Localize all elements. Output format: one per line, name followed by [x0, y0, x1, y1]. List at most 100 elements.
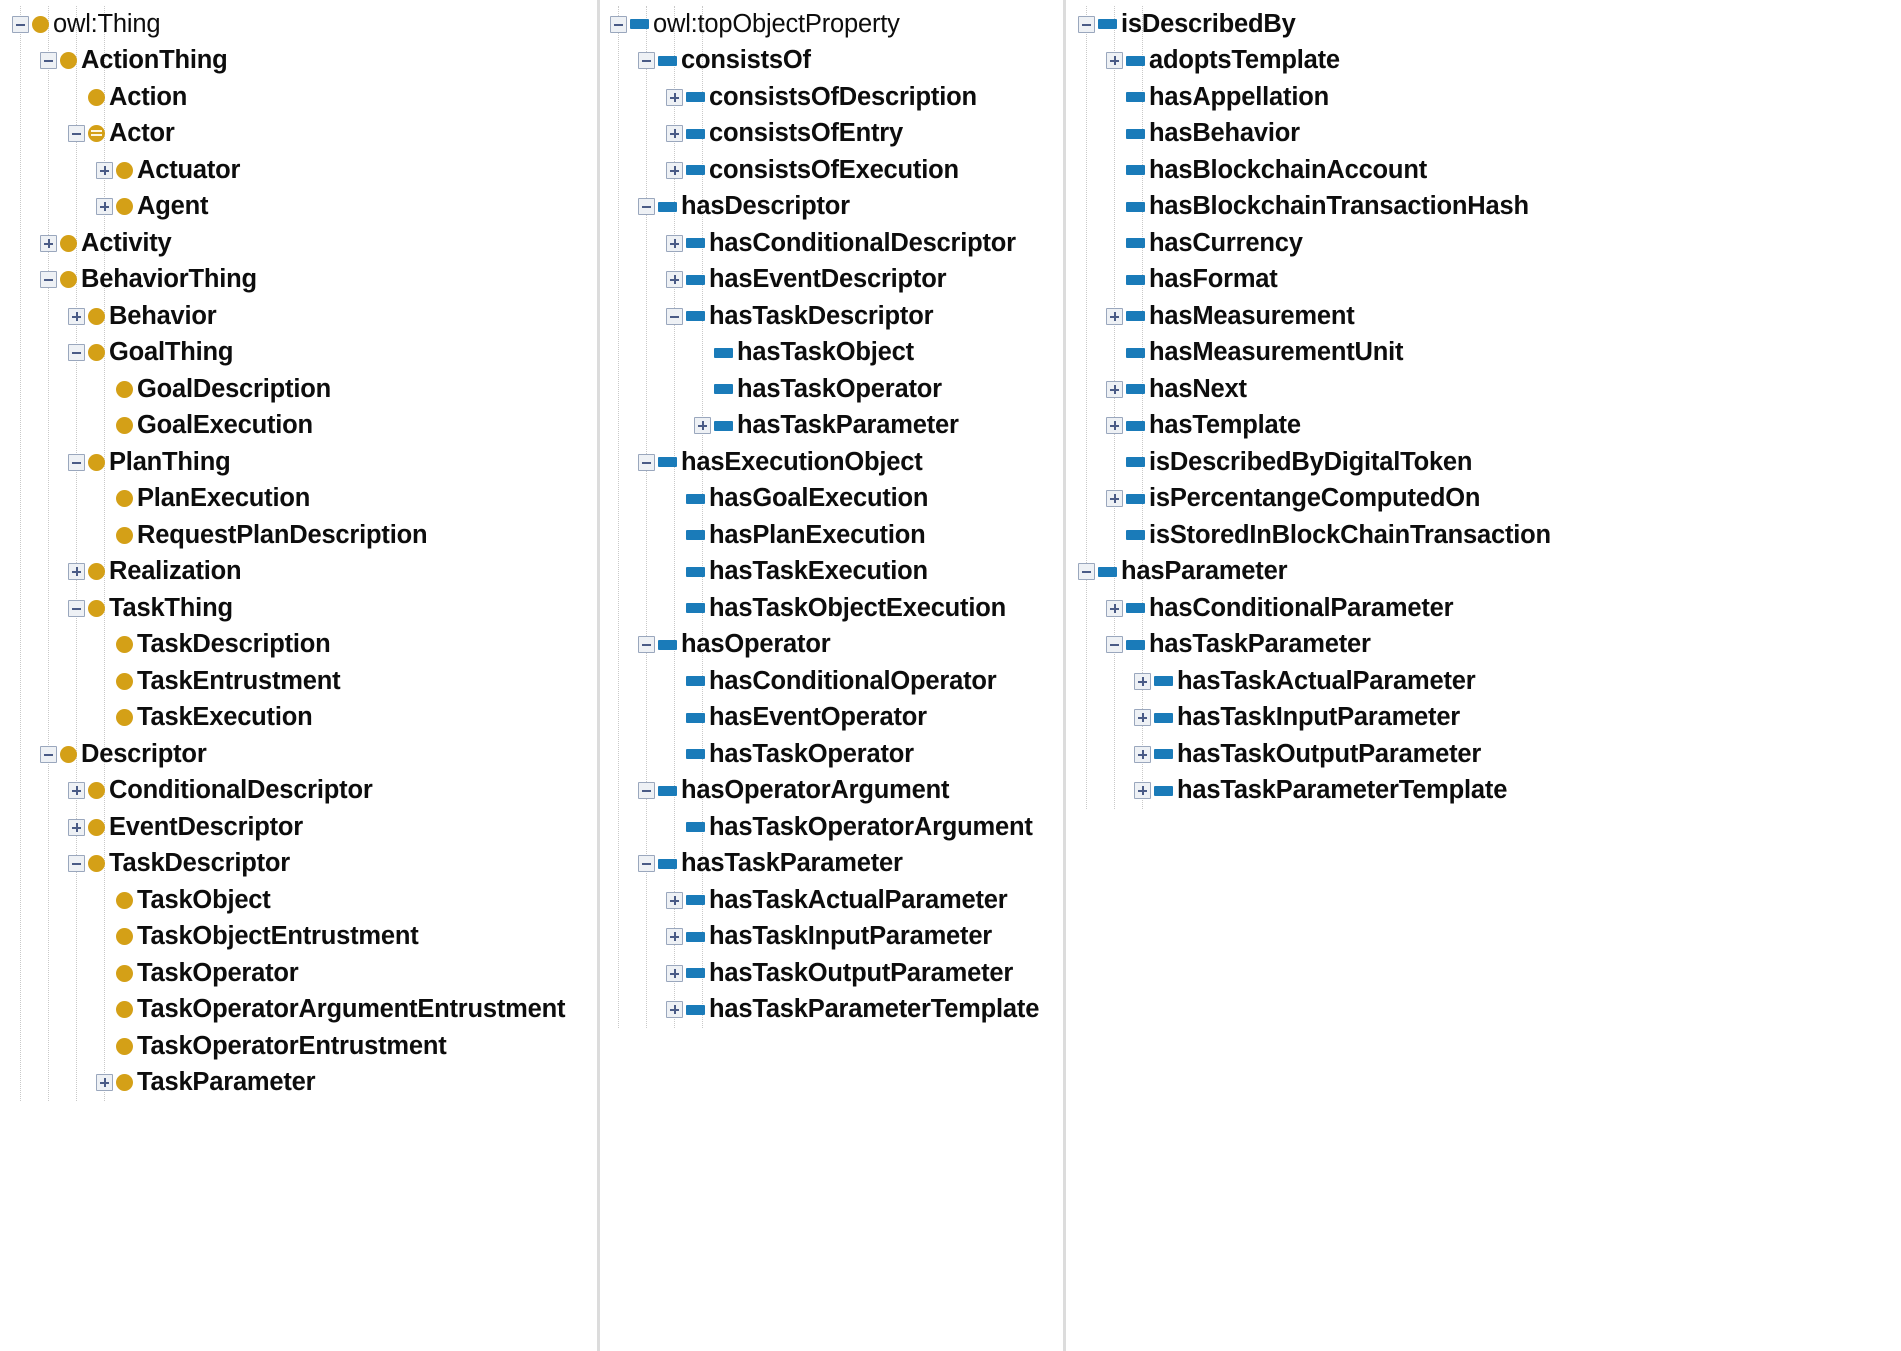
tree-node[interactable]: consistsOfExecution — [606, 152, 1063, 189]
tree-node[interactable]: ActionThing — [8, 43, 597, 80]
expand-plus-icon[interactable] — [1106, 417, 1123, 435]
expand-plus-icon[interactable] — [1106, 599, 1123, 617]
tree-node[interactable]: hasOperatorArgument — [606, 773, 1063, 810]
expand-plus-icon[interactable] — [666, 234, 683, 252]
tree-node[interactable]: GoalThing — [8, 335, 597, 372]
tree-node[interactable]: hasTaskActualParameter — [606, 882, 1063, 919]
expand-plus-icon[interactable] — [1106, 52, 1123, 70]
collapse-minus-icon[interactable] — [638, 52, 655, 70]
expand-plus-icon[interactable] — [96, 161, 113, 179]
tree-node[interactable]: consistsOf — [606, 43, 1063, 80]
collapse-minus-icon[interactable] — [68, 344, 85, 362]
tree-node[interactable]: TaskThing — [8, 590, 597, 627]
tree-node[interactable]: hasTaskObject — [606, 335, 1063, 372]
tree-node[interactable]: isDescribedBy — [1074, 6, 1898, 43]
tree-node[interactable]: ConditionalDescriptor — [8, 773, 597, 810]
tree-node[interactable]: TaskDescription — [8, 627, 597, 664]
tree-node[interactable]: Behavior — [8, 298, 597, 335]
collapse-minus-icon[interactable] — [40, 271, 57, 289]
expand-plus-icon[interactable] — [1106, 307, 1123, 325]
expand-plus-icon[interactable] — [1134, 782, 1151, 800]
tree-node[interactable]: hasTaskActualParameter — [1074, 663, 1898, 700]
tree-node[interactable]: hasTaskParameter — [606, 408, 1063, 445]
tree-node[interactable]: isStoredInBlockChainTransaction — [1074, 517, 1898, 554]
tree-node[interactable]: Agent — [8, 189, 597, 226]
tree-node[interactable]: TaskEntrustment — [8, 663, 597, 700]
collapse-minus-icon[interactable] — [1106, 636, 1123, 654]
collapse-minus-icon[interactable] — [68, 453, 85, 471]
tree-node[interactable]: hasTaskInputParameter — [606, 919, 1063, 956]
expand-plus-icon[interactable] — [1134, 745, 1151, 763]
tree-node[interactable]: hasBlockchainAccount — [1074, 152, 1898, 189]
expand-plus-icon[interactable] — [1134, 672, 1151, 690]
tree-node[interactable]: TaskOperatorEntrustment — [8, 1028, 597, 1065]
tree-node[interactable]: hasCurrency — [1074, 225, 1898, 262]
tree-node[interactable]: hasTaskOutputParameter — [606, 955, 1063, 992]
tree-node[interactable]: hasTaskObjectExecution — [606, 590, 1063, 627]
tree-node[interactable]: consistsOfEntry — [606, 116, 1063, 153]
collapse-minus-icon[interactable] — [666, 307, 683, 325]
tree-node[interactable]: owl:Thing — [8, 6, 597, 43]
tree-node[interactable]: hasParameter — [1074, 554, 1898, 591]
tree-node[interactable]: Actuator — [8, 152, 597, 189]
tree-node[interactable]: hasConditionalOperator — [606, 663, 1063, 700]
tree-node[interactable]: hasTaskOperator — [606, 371, 1063, 408]
tree-node[interactable]: hasTaskParameter — [1074, 627, 1898, 664]
expand-plus-icon[interactable] — [666, 928, 683, 946]
expand-plus-icon[interactable] — [666, 88, 683, 106]
tree-node[interactable]: TaskDescriptor — [8, 846, 597, 883]
tree-node[interactable]: hasNext — [1074, 371, 1898, 408]
tree-node[interactable]: hasTaskInputParameter — [1074, 700, 1898, 737]
collapse-minus-icon[interactable] — [68, 599, 85, 617]
expand-plus-icon[interactable] — [40, 234, 57, 252]
expand-plus-icon[interactable] — [96, 1074, 113, 1092]
expand-plus-icon[interactable] — [666, 891, 683, 909]
collapse-minus-icon[interactable] — [40, 745, 57, 763]
expand-plus-icon[interactable] — [1106, 380, 1123, 398]
expand-plus-icon[interactable] — [1134, 709, 1151, 727]
collapse-minus-icon[interactable] — [610, 15, 627, 33]
tree-node[interactable]: adoptsTemplate — [1074, 43, 1898, 80]
tree-node[interactable]: isPercentangeComputedOn — [1074, 481, 1898, 518]
tree-node[interactable]: hasEventOperator — [606, 700, 1063, 737]
tree-node[interactable]: Actor — [8, 116, 597, 153]
tree-node[interactable]: hasMeasurementUnit — [1074, 335, 1898, 372]
collapse-minus-icon[interactable] — [638, 782, 655, 800]
tree-node[interactable]: PlanThing — [8, 444, 597, 481]
tree-node[interactable]: hasFormat — [1074, 262, 1898, 299]
tree-node[interactable]: Descriptor — [8, 736, 597, 773]
tree-node[interactable]: hasTaskDescriptor — [606, 298, 1063, 335]
tree-node[interactable]: EventDescriptor — [8, 809, 597, 846]
tree-node[interactable]: hasTaskOutputParameter — [1074, 736, 1898, 773]
tree-node[interactable]: Action — [8, 79, 597, 116]
collapse-minus-icon[interactable] — [638, 453, 655, 471]
tree-node[interactable]: TaskObject — [8, 882, 597, 919]
expand-plus-icon[interactable] — [666, 125, 683, 143]
tree-node[interactable]: hasTaskParameter — [606, 846, 1063, 883]
collapse-minus-icon[interactable] — [1078, 15, 1095, 33]
expand-plus-icon[interactable] — [1106, 490, 1123, 508]
collapse-minus-icon[interactable] — [40, 52, 57, 70]
collapse-minus-icon[interactable] — [1078, 563, 1095, 581]
expand-plus-icon[interactable] — [68, 818, 85, 836]
expand-plus-icon[interactable] — [666, 271, 683, 289]
collapse-minus-icon[interactable] — [12, 15, 29, 33]
tree-node[interactable]: hasGoalExecution — [606, 481, 1063, 518]
expand-plus-icon[interactable] — [666, 1001, 683, 1019]
tree-node[interactable]: hasDescriptor — [606, 189, 1063, 226]
tree-node[interactable]: hasTaskOperatorArgument — [606, 809, 1063, 846]
tree-node[interactable]: isDescribedByDigitalToken — [1074, 444, 1898, 481]
tree-node[interactable]: hasExecutionObject — [606, 444, 1063, 481]
expand-plus-icon[interactable] — [666, 161, 683, 179]
collapse-minus-icon[interactable] — [68, 125, 85, 143]
tree-node[interactable]: TaskObjectEntrustment — [8, 919, 597, 956]
tree-node[interactable]: Realization — [8, 554, 597, 591]
tree-node[interactable]: TaskExecution — [8, 700, 597, 737]
tree-node[interactable]: GoalDescription — [8, 371, 597, 408]
tree-node[interactable]: hasTaskParameterTemplate — [1074, 773, 1898, 810]
tree-node[interactable]: TaskOperatorArgumentEntrustment — [8, 992, 597, 1029]
collapse-minus-icon[interactable] — [638, 636, 655, 654]
expand-plus-icon[interactable] — [96, 198, 113, 216]
tree-node[interactable]: hasMeasurement — [1074, 298, 1898, 335]
tree-node[interactable]: GoalExecution — [8, 408, 597, 445]
